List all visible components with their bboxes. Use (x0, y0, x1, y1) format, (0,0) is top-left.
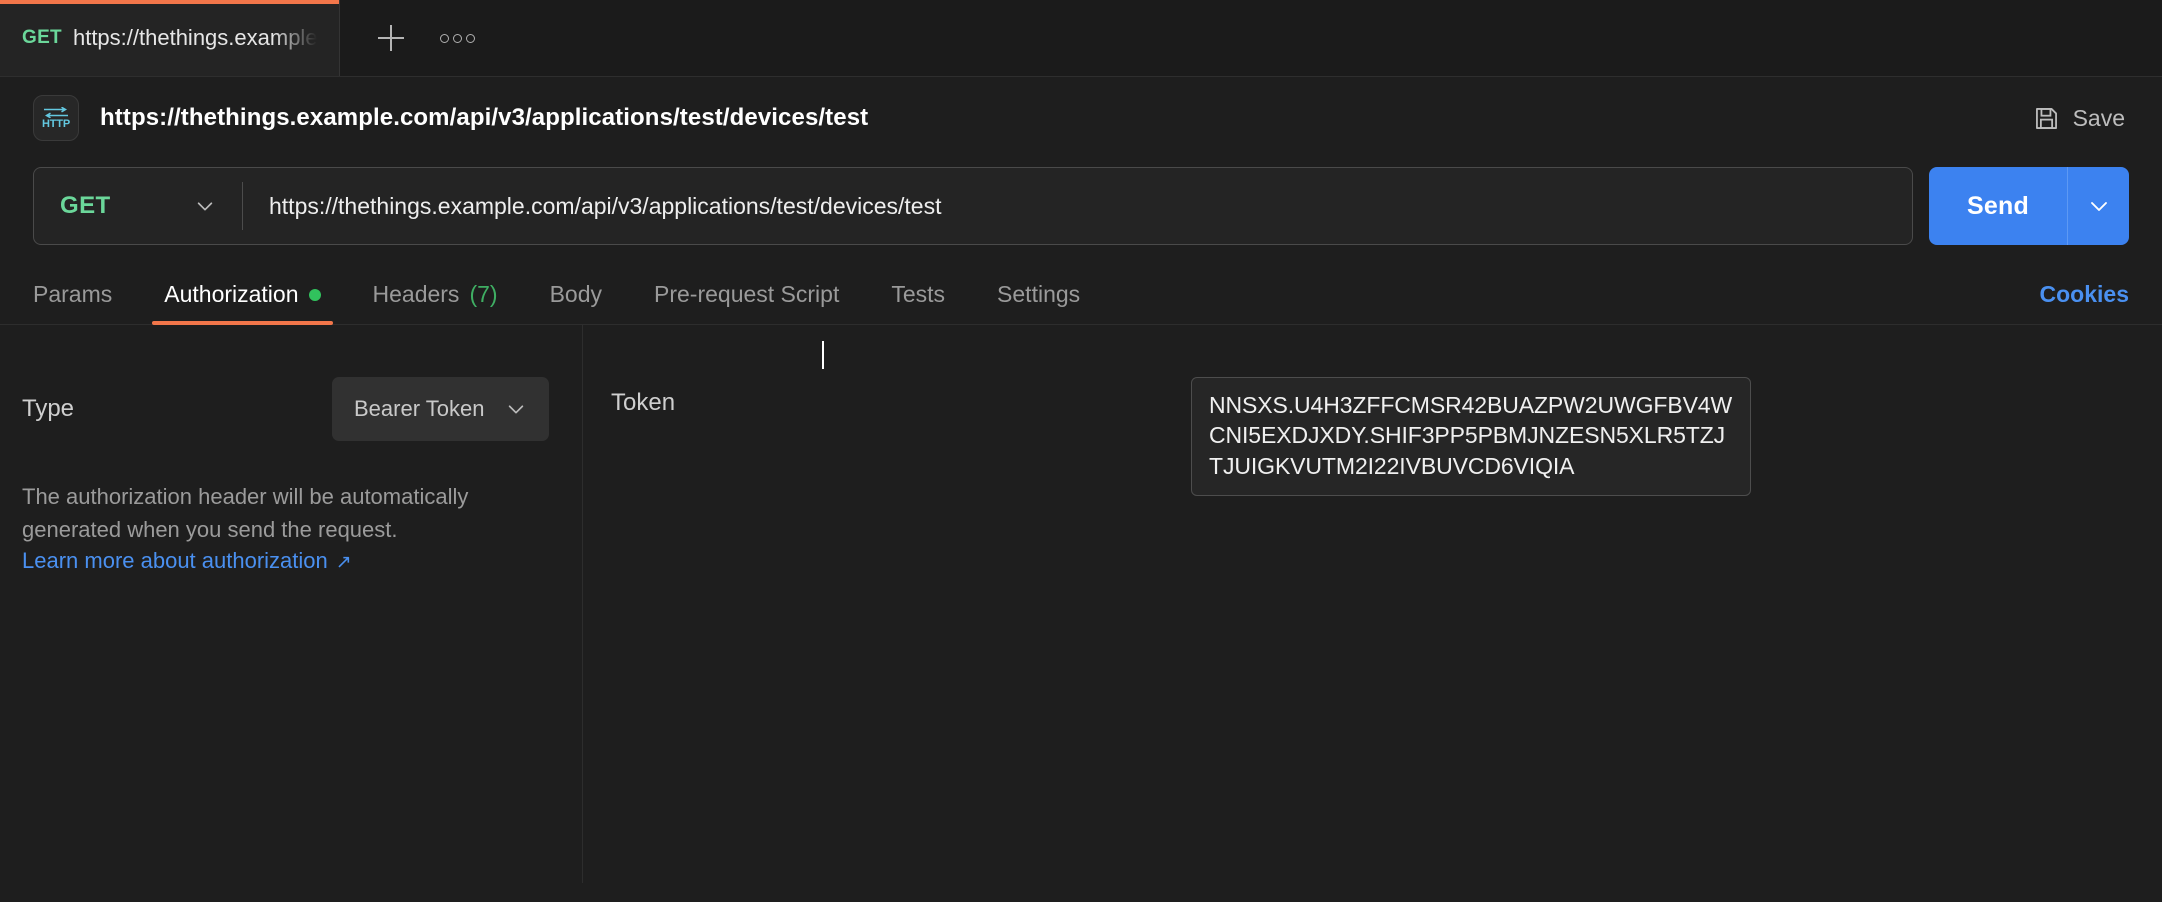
token-label: Token (611, 377, 1191, 417)
tab-label: Settings (997, 281, 1080, 308)
tab-label: Tests (891, 281, 945, 308)
tab-more-options-button[interactable] (428, 9, 486, 67)
plus-icon (378, 25, 404, 51)
auth-type-row: Type Bearer Token (22, 377, 549, 441)
bidirectional-arrows-icon (43, 107, 69, 118)
ellipsis-icon (440, 34, 475, 43)
tab-tests[interactable]: Tests (891, 281, 945, 324)
tab-body[interactable]: Body (550, 281, 602, 324)
request-tab[interactable]: GET https://thethings.example (0, 0, 340, 76)
auth-type-select[interactable]: Bearer Token (332, 377, 549, 441)
request-tab-strip: GET https://thethings.example (0, 0, 2162, 77)
tab-authorization[interactable]: Authorization (164, 281, 320, 324)
url-input-group: GET https://thethings.example.com/api/v3… (33, 167, 1913, 245)
tab-count: (7) (469, 281, 497, 308)
http-label: HTTP (42, 119, 70, 130)
learn-more-label: Learn more about authorization (22, 548, 328, 574)
tab-headers[interactable]: Headers (7) (373, 281, 498, 324)
request-title: https://thethings.example.com/api/v3/app… (100, 104, 868, 132)
auth-token-pane: Token NNSXS.U4H3ZFFCMSR42BUAZPW2UWGFBV4W… (583, 325, 2162, 883)
http-method-value: GET (60, 192, 111, 220)
tab-settings[interactable]: Settings (997, 281, 1080, 324)
tab-label: Authorization (164, 281, 298, 308)
auth-type-pane: Type Bearer Token The authorization head… (0, 325, 583, 883)
learn-more-authorization-link[interactable]: Learn more about authorization ↗ (22, 548, 352, 574)
auth-type-value: Bearer Token (354, 396, 484, 422)
http-protocol-icon: HTTP (33, 95, 79, 141)
request-tab-name: https://thethings.example (73, 25, 317, 51)
request-section-tabs: Params Authorization Headers (7) Body Pr… (0, 263, 2162, 325)
token-input[interactable]: NNSXS.U4H3ZFFCMSR42BUAZPW2UWGFBV4WCNI5EX… (1191, 377, 1751, 496)
send-options-button[interactable] (2067, 167, 2129, 245)
auth-type-label: Type (22, 395, 312, 423)
request-tab-method: GET (22, 27, 62, 49)
new-tab-button[interactable] (362, 9, 420, 67)
send-button[interactable]: Send (1929, 167, 2067, 245)
tab-label: Params (33, 281, 112, 308)
tab-label: Headers (373, 281, 460, 308)
http-method-select[interactable]: GET (34, 168, 242, 244)
url-input[interactable]: https://thethings.example.com/api/v3/app… (243, 193, 1912, 220)
chevron-down-icon (2087, 194, 2111, 218)
chevron-down-icon (505, 398, 527, 420)
authorization-panel: Type Bearer Token The authorization head… (0, 325, 2162, 883)
chevron-down-icon (194, 195, 216, 217)
token-row: Token NNSXS.U4H3ZFFCMSR42BUAZPW2UWGFBV4W… (583, 377, 2162, 496)
send-button-group: Send (1929, 167, 2129, 245)
tab-params[interactable]: Params (33, 281, 112, 324)
cookies-link[interactable]: Cookies (2040, 281, 2129, 324)
request-header: HTTP https://thethings.example.com/api/v… (0, 77, 2162, 159)
floppy-disk-icon (2033, 105, 2060, 132)
save-label: Save (2073, 105, 2125, 132)
status-dot-icon (309, 289, 321, 301)
tab-actions (340, 0, 508, 76)
external-link-icon: ↗ (336, 551, 352, 574)
tab-label: Pre-request Script (654, 281, 839, 308)
url-bar: GET https://thethings.example.com/api/v3… (0, 167, 2162, 245)
save-button[interactable]: Save (2029, 97, 2129, 140)
text-cursor (822, 341, 824, 369)
tab-label: Body (550, 281, 602, 308)
tab-pre-request-script[interactable]: Pre-request Script (654, 281, 839, 324)
auth-helper-text: The authorization header will be automat… (22, 481, 549, 546)
